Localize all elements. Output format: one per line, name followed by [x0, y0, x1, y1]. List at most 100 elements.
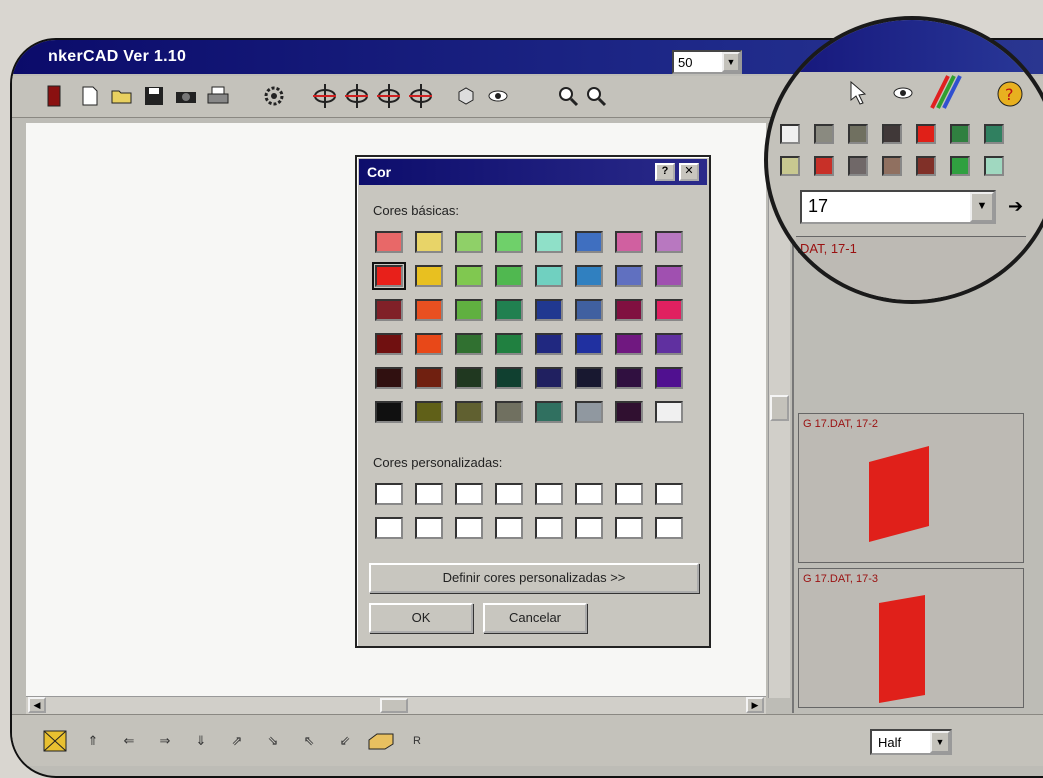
arrow-diag-nw-icon[interactable]: ⇖: [296, 729, 322, 753]
palette-swatch[interactable]: [780, 124, 800, 144]
color-swatch[interactable]: [535, 333, 563, 355]
select-box-icon[interactable]: [42, 729, 68, 753]
arrow-right-icon[interactable]: ➔: [1008, 196, 1023, 217]
palette-swatch[interactable]: [848, 156, 868, 176]
palette-swatch[interactable]: [984, 124, 1004, 144]
color-swatch[interactable]: [615, 367, 643, 389]
color-swatch[interactable]: [455, 299, 483, 321]
part-item[interactable]: G 17.DAT, 17-3: [798, 568, 1024, 708]
color-swatch[interactable]: [655, 367, 683, 389]
arrow-left-icon[interactable]: ⇐: [116, 729, 142, 753]
color-swatch[interactable]: [375, 333, 403, 355]
color-swatch[interactable]: [535, 265, 563, 287]
zoom-out-icon[interactable]: [584, 84, 608, 108]
color-swatch[interactable]: [575, 367, 603, 389]
new-file-icon[interactable]: [78, 84, 102, 108]
chevron-down-icon[interactable]: ▼: [970, 192, 994, 222]
custom-color-swatch[interactable]: [655, 517, 683, 539]
help-button[interactable]: ?: [655, 163, 675, 181]
color-swatch[interactable]: [655, 401, 683, 423]
custom-color-swatch[interactable]: [415, 517, 443, 539]
help-icon[interactable]: ?: [996, 80, 1024, 113]
color-swatch[interactable]: [415, 265, 443, 287]
pointer-icon[interactable]: [848, 80, 870, 111]
gear-icon[interactable]: [262, 84, 286, 108]
exit-icon[interactable]: [42, 84, 66, 108]
color-swatch[interactable]: [375, 299, 403, 321]
color-swatch[interactable]: [375, 231, 403, 253]
custom-color-swatch[interactable]: [415, 483, 443, 505]
horizontal-scrollbar[interactable]: ◀ ▶: [26, 696, 766, 714]
custom-color-swatch[interactable]: [495, 517, 523, 539]
color-swatch[interactable]: [415, 231, 443, 253]
color-swatch[interactable]: [495, 401, 523, 423]
custom-color-swatch[interactable]: [535, 483, 563, 505]
color-swatch[interactable]: [535, 401, 563, 423]
color-swatch[interactable]: [415, 333, 443, 355]
rotate-right-icon[interactable]: [408, 84, 432, 108]
zoom-select[interactable]: 50 ▼: [672, 50, 742, 74]
color-swatch[interactable]: [415, 401, 443, 423]
custom-color-swatch[interactable]: [535, 517, 563, 539]
rotate-up-icon[interactable]: [344, 84, 368, 108]
color-swatch[interactable]: [535, 299, 563, 321]
half-select[interactable]: Half ▼: [870, 729, 952, 755]
custom-color-swatch[interactable]: [375, 483, 403, 505]
scroll-left-button[interactable]: ◀: [28, 697, 46, 713]
color-swatch[interactable]: [655, 299, 683, 321]
color-swatch[interactable]: [655, 231, 683, 253]
camera-icon[interactable]: [174, 84, 198, 108]
color-swatch[interactable]: [415, 367, 443, 389]
custom-color-swatch[interactable]: [575, 517, 603, 539]
eye-icon[interactable]: [486, 84, 510, 108]
brick-icon[interactable]: [368, 729, 394, 753]
cancel-button[interactable]: Cancelar: [483, 603, 587, 633]
color-swatch[interactable]: [375, 367, 403, 389]
arrow-down-icon[interactable]: ⇓: [188, 729, 214, 753]
ok-button[interactable]: OK: [369, 603, 473, 633]
color-swatch[interactable]: [615, 231, 643, 253]
color-number-combo[interactable]: 17 ▼: [800, 190, 996, 224]
color-swatch[interactable]: [455, 367, 483, 389]
custom-color-swatch[interactable]: [575, 483, 603, 505]
color-swatch[interactable]: [455, 231, 483, 253]
custom-color-swatch[interactable]: [455, 483, 483, 505]
arrow-diag-sw-icon[interactable]: ⇙: [332, 729, 358, 753]
arrow-right-icon[interactable]: ⇒: [152, 729, 178, 753]
save-icon[interactable]: [142, 84, 166, 108]
eye-icon[interactable]: [892, 86, 914, 105]
color-swatch[interactable]: [375, 401, 403, 423]
print-icon[interactable]: [206, 84, 230, 108]
palette-swatch[interactable]: [814, 124, 834, 144]
custom-color-swatch[interactable]: [495, 483, 523, 505]
color-swatch[interactable]: [615, 401, 643, 423]
rotate-down-icon[interactable]: [376, 84, 400, 108]
color-swatch[interactable]: [495, 299, 523, 321]
color-swatch[interactable]: [415, 299, 443, 321]
close-button[interactable]: ✕: [679, 163, 699, 181]
palette-swatch[interactable]: [950, 124, 970, 144]
palette-swatch[interactable]: [882, 124, 902, 144]
scroll-right-button[interactable]: ▶: [746, 697, 764, 713]
color-swatch[interactable]: [575, 401, 603, 423]
color-swatch[interactable]: [615, 265, 643, 287]
color-swatch[interactable]: [575, 265, 603, 287]
custom-color-swatch[interactable]: [615, 483, 643, 505]
color-swatch[interactable]: [655, 265, 683, 287]
rainbow-color-icon[interactable]: [928, 74, 962, 115]
open-folder-icon[interactable]: [110, 84, 134, 108]
color-swatch[interactable]: [495, 231, 523, 253]
color-swatch[interactable]: [455, 401, 483, 423]
color-swatch[interactable]: [655, 333, 683, 355]
color-swatch[interactable]: [575, 299, 603, 321]
vertical-scroll-thumb[interactable]: [770, 395, 789, 421]
color-swatch[interactable]: [535, 367, 563, 389]
arrow-up-icon[interactable]: ⇑: [80, 729, 106, 753]
palette-swatch[interactable]: [984, 156, 1004, 176]
palette-swatch[interactable]: [882, 156, 902, 176]
palette-swatch[interactable]: [848, 124, 868, 144]
custom-color-swatch[interactable]: [615, 517, 643, 539]
view-cube-icon[interactable]: [454, 84, 478, 108]
define-custom-colors-button[interactable]: Definir cores personalizadas >>: [369, 563, 699, 593]
rotate-left-icon[interactable]: [312, 84, 336, 108]
